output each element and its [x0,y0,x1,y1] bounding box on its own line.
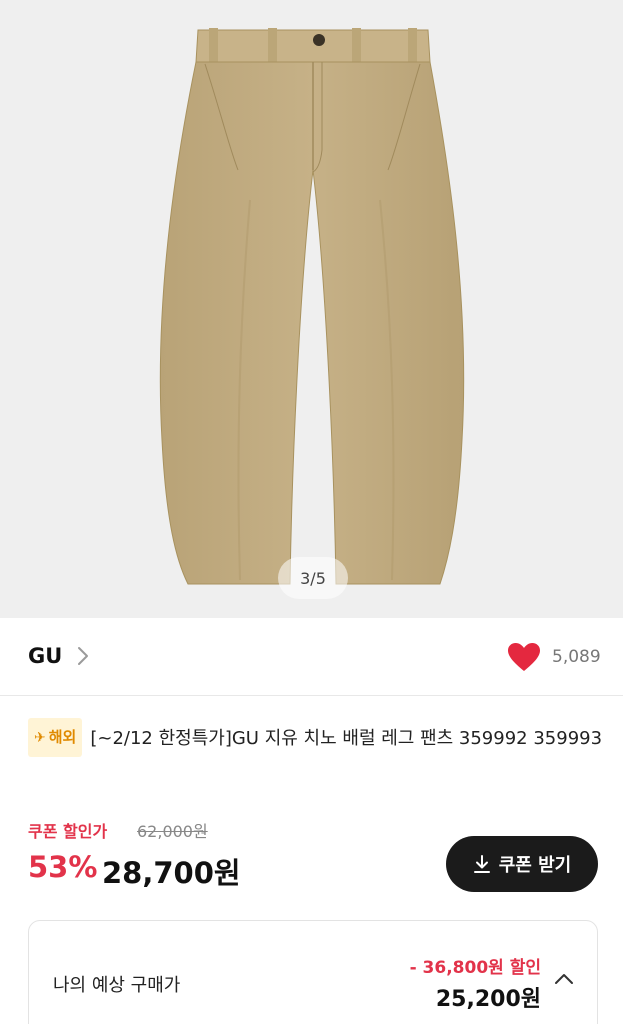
original-price: 62,000원 [137,822,208,841]
brand-row: GU 5,089 [0,618,623,696]
discount-rate: 53% [28,850,98,884]
chevron-right-icon[interactable] [74,644,92,668]
get-coupon-label: 쿠폰 받기 [498,855,572,876]
overseas-badge-label: 해외 [48,728,77,746]
airplane-icon: ✈ [34,730,46,746]
like-count: 5,089 [552,647,601,667]
sale-price: 28,700원 [102,856,241,890]
get-coupon-button[interactable]: 쿠폰 받기 [446,836,598,892]
product-image-gallery[interactable]: 3/5 [0,0,623,618]
estimated-discount: - 36,800원 할인 [409,958,541,978]
product-title-line: ✈ 해외 [~2/12 한정특가]GU 지유 치노 배럴 레그 팬츠 359992 … [28,718,608,757]
estimated-price: 25,200원 [435,987,541,1012]
product-title-area: ✈ 해외 [~2/12 한정특가]GU 지유 치노 배럴 레그 팬츠 359992 … [28,718,608,757]
chevron-up-icon[interactable] [553,971,575,987]
heart-icon[interactable] [507,642,541,672]
product-title: [~2/12 한정특가]GU 지유 치노 배럴 레그 팬츠 359992 359… [90,728,603,749]
overseas-badge: ✈ 해외 [28,718,83,757]
estimated-price-panel[interactable]: 나의 예상 구매가 - 36,800원 할인 25,200원 [28,920,598,1024]
coupon-price-label: 쿠폰 할인가 [28,822,108,841]
product-image [159,28,465,585]
image-page-indicator: 3/5 [278,557,348,599]
estimated-price-label: 나의 예상 구매가 [53,975,181,996]
brand-name[interactable]: GU [28,644,62,668]
download-icon [473,855,490,873]
